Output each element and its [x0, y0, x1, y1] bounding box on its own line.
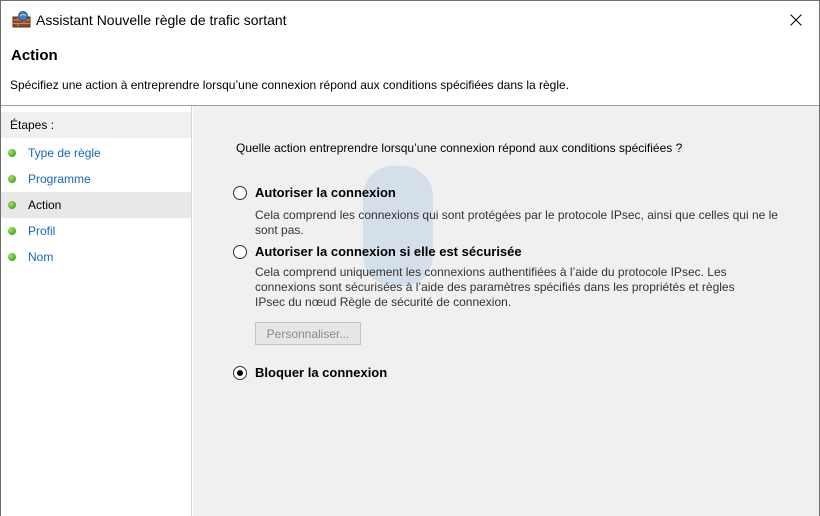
- step-label: Profil: [28, 224, 56, 238]
- action-question: Quelle action entreprendre lorsqu’une co…: [236, 141, 683, 155]
- action-panel: Quelle action entreprendre lorsqu’une co…: [193, 106, 819, 516]
- steps-list: Type de règle Programme Action Profil No…: [1, 140, 191, 270]
- status-dot-icon: [8, 149, 16, 157]
- block-connection-label[interactable]: Bloquer la connexion: [255, 365, 387, 380]
- step-label: Programme: [28, 172, 91, 186]
- allow-secure-description: Cela comprend uniquement les connexions …: [255, 265, 735, 309]
- steps-heading: Étapes :: [1, 112, 191, 138]
- step-label: Action: [28, 198, 62, 212]
- page-title: Action: [11, 47, 58, 64]
- close-icon: [790, 13, 802, 26]
- status-dot-icon: [8, 201, 16, 209]
- status-dot-icon: [8, 175, 16, 183]
- title-bar: Assistant Nouvelle règle de trafic sorta…: [1, 1, 819, 38]
- block-connection-radio[interactable]: [233, 366, 247, 380]
- step-rule-type[interactable]: Type de règle: [1, 140, 191, 166]
- step-label: Nom: [28, 250, 54, 264]
- step-name[interactable]: Nom: [1, 244, 191, 270]
- step-program[interactable]: Programme: [1, 166, 191, 192]
- step-label: Type de règle: [28, 146, 101, 160]
- page-description: Spécifiez une action à entreprendre lors…: [10, 78, 570, 92]
- allow-secure-label[interactable]: Autoriser la connexion si elle est sécur…: [255, 244, 522, 259]
- step-action[interactable]: Action: [1, 192, 191, 218]
- status-dot-icon: [8, 253, 16, 261]
- window-title: Assistant Nouvelle règle de trafic sorta…: [36, 12, 287, 28]
- allow-connection-label[interactable]: Autoriser la connexion: [255, 185, 396, 200]
- steps-sidebar: Étapes : Type de règle Programme Action …: [1, 106, 192, 516]
- allow-secure-radio[interactable]: [233, 245, 247, 259]
- firewall-icon: [12, 11, 31, 28]
- close-button[interactable]: [773, 1, 819, 38]
- allow-connection-description: Cela comprend les connexions qui sont pr…: [255, 208, 778, 237]
- wizard-window: Assistant Nouvelle règle de trafic sorta…: [0, 0, 820, 516]
- allow-connection-radio[interactable]: [233, 186, 247, 200]
- wizard-header: Action Spécifiez une action à entreprend…: [1, 38, 819, 106]
- customize-button[interactable]: Personnaliser...: [255, 322, 361, 345]
- status-dot-icon: [8, 227, 16, 235]
- step-profile[interactable]: Profil: [1, 218, 191, 244]
